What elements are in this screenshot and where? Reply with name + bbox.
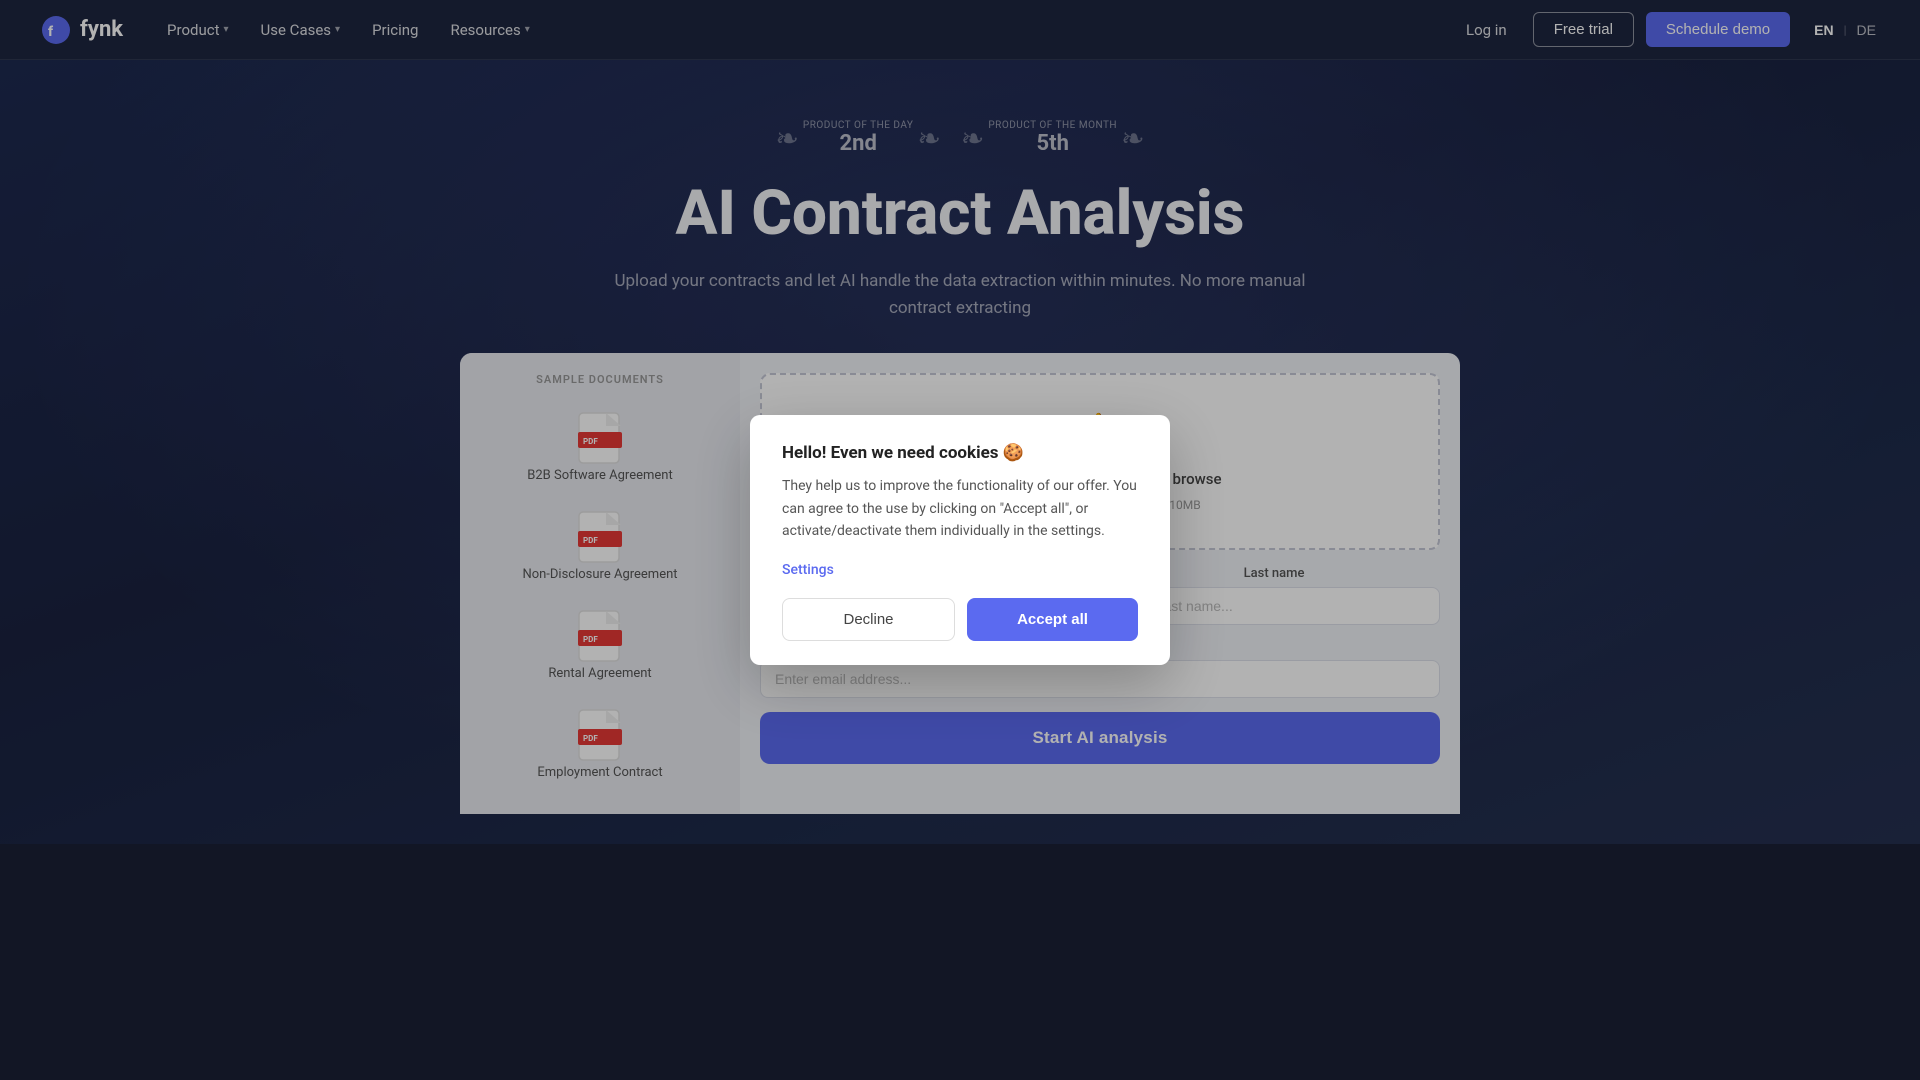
accept-all-button[interactable]: Accept all xyxy=(967,598,1138,641)
cookie-buttons: Decline Accept all xyxy=(782,598,1138,641)
cookie-settings-link[interactable]: Settings xyxy=(782,562,834,578)
cookie-overlay: Hello! Even we need cookies 🍪 They help … xyxy=(0,0,1920,1080)
cookie-body: They help us to improve the functionalit… xyxy=(782,475,1138,542)
cookie-title: Hello! Even we need cookies 🍪 xyxy=(782,443,1138,463)
cookie-modal: Hello! Even we need cookies 🍪 They help … xyxy=(750,415,1170,664)
decline-button[interactable]: Decline xyxy=(782,598,955,641)
